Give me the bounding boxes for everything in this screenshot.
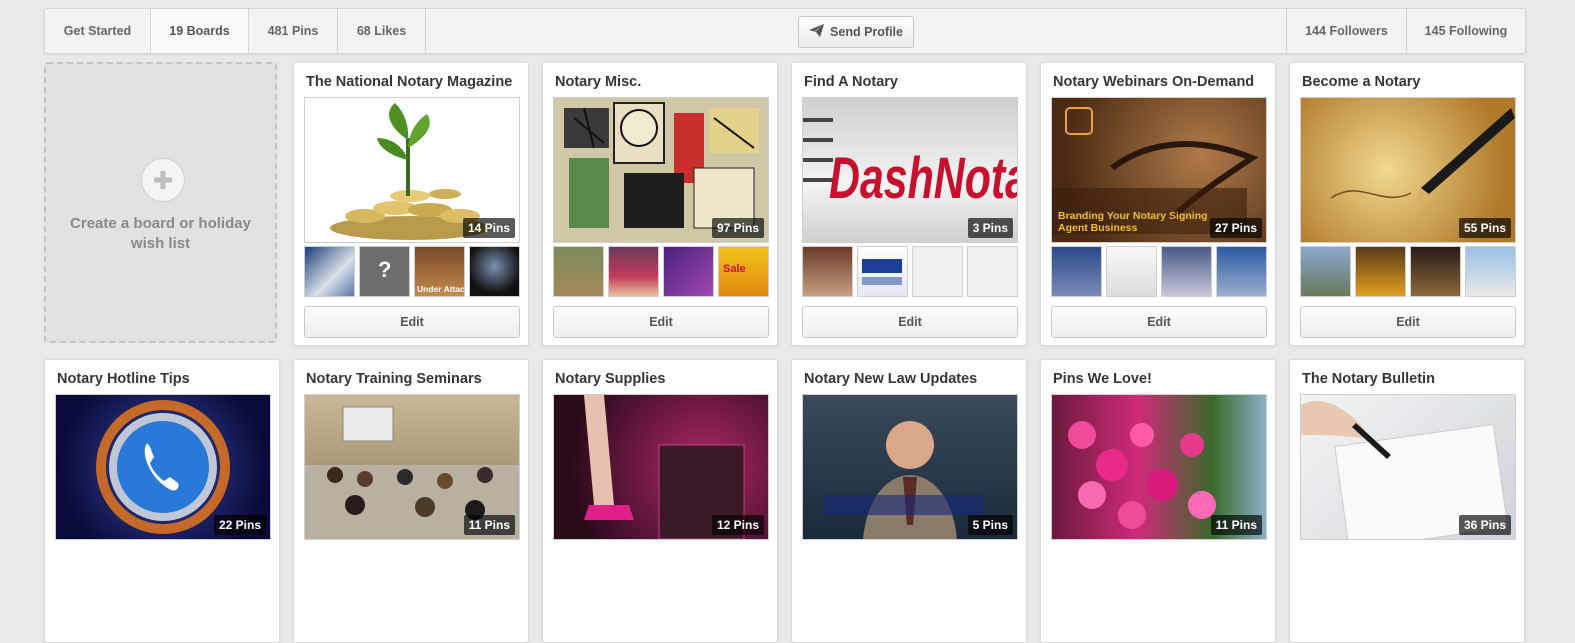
board-title: Notary Misc. bbox=[555, 74, 642, 90]
board-card[interactable]: Notary Supplies 12 Pins bbox=[542, 359, 778, 643]
empty-thumbnail bbox=[967, 246, 1018, 297]
thumbnail[interactable] bbox=[1161, 246, 1212, 297]
board-title: Notary Hotline Tips bbox=[57, 371, 190, 387]
board-title: Find A Notary bbox=[804, 74, 898, 90]
pin-count-badge: 12 Pins bbox=[711, 515, 764, 535]
board-title: Notary Webinars On-Demand bbox=[1053, 74, 1255, 90]
edit-board-button[interactable]: Edit bbox=[1300, 306, 1516, 338]
likes-tab[interactable]: 68 Likes bbox=[338, 9, 426, 53]
board-cover-image[interactable]: 11 Pins bbox=[1051, 394, 1267, 540]
svg-text:?: ? bbox=[378, 257, 391, 282]
thumbnail[interactable] bbox=[1410, 246, 1461, 297]
thumbnail[interactable] bbox=[553, 246, 604, 297]
board-card[interactable]: Notary Misc. 97 Pins Sale Edit bbox=[542, 62, 778, 346]
board-cover-image[interactable]: 12 Pins bbox=[553, 394, 769, 540]
board-thumbnails: Sale bbox=[553, 246, 769, 297]
board-thumbnails bbox=[802, 246, 1018, 297]
thumbnail[interactable] bbox=[1465, 246, 1516, 297]
under-attack-text: Under Attack bbox=[417, 284, 464, 294]
empty-thumbnail bbox=[912, 246, 963, 297]
boards-tab[interactable]: 19 Boards bbox=[151, 9, 249, 53]
thumbnail[interactable] bbox=[469, 246, 520, 297]
pin-count-badge: 5 Pins bbox=[967, 515, 1013, 535]
board-title: Notary Training Seminars bbox=[306, 371, 482, 387]
thumbnail[interactable] bbox=[608, 246, 659, 297]
dashnotary-logo-text: DashNota bbox=[829, 146, 1017, 211]
thumbnail[interactable]: Under Attack bbox=[414, 246, 465, 297]
board-title: Notary New Law Updates bbox=[804, 371, 978, 387]
pin-count-badge: 55 Pins bbox=[1458, 218, 1511, 238]
board-thumbnails bbox=[1051, 246, 1267, 297]
thumbnail[interactable] bbox=[304, 246, 355, 297]
followers-tab[interactable]: 144 Followers bbox=[1286, 9, 1406, 53]
pin-count-badge: 27 Pins bbox=[1209, 218, 1262, 238]
board-card[interactable]: The Notary Bulletin 36 Pins bbox=[1289, 359, 1525, 643]
board-card[interactable]: Notary New Law Updates 5 Pins bbox=[791, 359, 1027, 643]
board-cover-image[interactable]: 55 Pins bbox=[1300, 97, 1516, 243]
pin-count-badge: 36 Pins bbox=[1458, 515, 1511, 535]
board-cover-image[interactable]: 14 Pins bbox=[304, 97, 520, 243]
pin-count-badge: 97 Pins bbox=[711, 218, 764, 238]
board-card[interactable]: The National Notary Magazine 14 Pins ? U… bbox=[293, 62, 529, 346]
pin-count-badge: 3 Pins bbox=[967, 218, 1013, 238]
thumbnail[interactable]: Sale bbox=[718, 246, 769, 297]
board-cover-image[interactable]: Branding Your Notary Signing Agent Busin… bbox=[1051, 97, 1267, 243]
board-card[interactable]: Notary Webinars On-Demand Branding Your … bbox=[1040, 62, 1276, 346]
edit-board-button[interactable]: Edit bbox=[1051, 306, 1267, 338]
plus-icon bbox=[141, 158, 185, 202]
create-board-card[interactable]: Create a board or holiday wish list bbox=[44, 62, 277, 343]
topbar-spacer: Send Profile bbox=[426, 9, 1286, 53]
edit-board-button[interactable]: Edit bbox=[553, 306, 769, 338]
sale-text: Sale bbox=[723, 263, 746, 275]
board-card[interactable]: Notary Hotline Tips 22 Pins bbox=[44, 359, 280, 643]
edit-board-button[interactable]: Edit bbox=[304, 306, 520, 338]
edit-board-button[interactable]: Edit bbox=[802, 306, 1018, 338]
webinar-banner-text: Branding Your Notary Signing Agent Busin… bbox=[1058, 210, 1208, 234]
thumbnail[interactable] bbox=[1051, 246, 1102, 297]
board-cover-image[interactable]: DashNota 3 Pins bbox=[802, 97, 1018, 243]
board-title: The Notary Bulletin bbox=[1302, 371, 1435, 387]
get-started-tab[interactable]: Get Started bbox=[45, 9, 151, 53]
thumbnail[interactable] bbox=[1355, 246, 1406, 297]
thumbnail[interactable] bbox=[663, 246, 714, 297]
pin-count-badge: 11 Pins bbox=[463, 515, 515, 535]
board-cover-image[interactable]: 5 Pins bbox=[802, 394, 1018, 540]
board-card[interactable]: Notary Training Seminars 11 Pins bbox=[293, 359, 529, 643]
board-thumbnails: ? Under Attack bbox=[304, 246, 520, 297]
thumbnail[interactable] bbox=[1300, 246, 1351, 297]
create-board-label: Create a board or holiday wish list bbox=[70, 215, 251, 252]
pin-count-badge: 14 Pins bbox=[462, 218, 515, 238]
send-profile-button[interactable]: Send Profile bbox=[798, 16, 914, 48]
thumbnail[interactable] bbox=[857, 246, 908, 297]
board-cover-image[interactable]: 22 Pins bbox=[55, 394, 271, 540]
profile-nav-bar: Get Started 19 Boards 481 Pins 68 Likes … bbox=[44, 8, 1526, 54]
board-title: The National Notary Magazine bbox=[306, 74, 513, 90]
board-cover-image[interactable]: 11 Pins bbox=[304, 394, 520, 540]
board-title: Notary Supplies bbox=[555, 371, 666, 387]
thumbnail[interactable] bbox=[802, 246, 853, 297]
board-card[interactable]: Find A Notary DashNota 3 Pins Edit bbox=[791, 62, 1027, 346]
thumbnail[interactable] bbox=[1106, 246, 1157, 297]
following-tab[interactable]: 145 Following bbox=[1406, 9, 1525, 53]
thumbnail[interactable] bbox=[1216, 246, 1267, 297]
board-thumbnails bbox=[1300, 246, 1516, 297]
pin-count-badge: 11 Pins bbox=[1210, 515, 1262, 535]
board-card[interactable]: Pins We Love! 11 Pins bbox=[1040, 359, 1276, 643]
pins-tab[interactable]: 481 Pins bbox=[249, 9, 338, 53]
board-cover-image[interactable]: 36 Pins bbox=[1300, 394, 1516, 540]
board-card[interactable]: Become a Notary 55 Pins Edit bbox=[1289, 62, 1525, 346]
board-title: Pins We Love! bbox=[1053, 371, 1152, 387]
paper-plane-icon bbox=[809, 24, 825, 40]
pin-count-badge: 22 Pins bbox=[213, 515, 266, 535]
board-title: Become a Notary bbox=[1302, 74, 1421, 90]
thumbnail[interactable]: ? bbox=[359, 246, 410, 297]
board-cover-image[interactable]: 97 Pins bbox=[553, 97, 769, 243]
send-profile-label: Send Profile bbox=[830, 25, 903, 39]
